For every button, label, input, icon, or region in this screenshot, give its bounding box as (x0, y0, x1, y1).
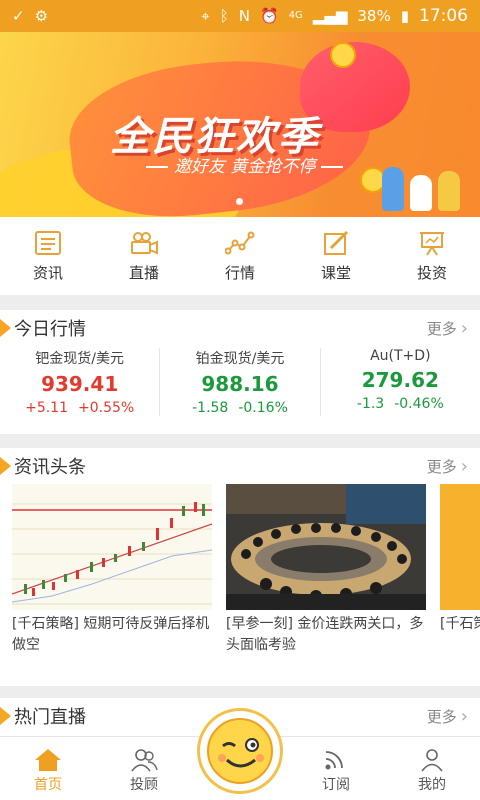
quote-name: 钯金现货/美元 (35, 351, 125, 367)
quote-list: 钯金现货/美元 939.41 +5.11 +0.55% 铂金现货/美元 988.1… (0, 346, 480, 416)
video-camera-icon (131, 231, 158, 255)
nav-label: 直播 (128, 263, 159, 282)
council-meeting-photo (226, 484, 426, 610)
more-link[interactable]: 更多 › (427, 318, 468, 339)
news-card[interactable]: [千石策略] 短期可待反弹后择机做空 (12, 484, 212, 656)
edit-icon (324, 230, 349, 255)
promo-banner[interactable]: 全民狂欢季 邀好友 黄金抢不停 (0, 32, 480, 217)
news-thumbnail (440, 484, 480, 610)
alarm-icon: ⏰ (259, 6, 279, 25)
battery-percent: 38% (357, 7, 391, 25)
nav-label: 课堂 (320, 263, 351, 282)
battery-icon: ▮ (400, 6, 409, 25)
chevron-right-icon: › (460, 317, 468, 339)
center-mascot-button[interactable] (197, 708, 283, 794)
tab-advisors[interactable]: 投顾 (96, 737, 192, 800)
banner-subtitle: 邀好友 黄金抢不停 (140, 152, 349, 177)
tab-label: 我的 (418, 777, 446, 793)
news-title: [千石策略] 低 (440, 616, 480, 632)
home-icon (35, 749, 61, 771)
presentation-board-icon (420, 231, 444, 256)
market-section: 今日行情 更多 › 钯金现货/美元 939.41 +5.11 +0.55% 铂金现货… (0, 310, 480, 434)
news-icon (35, 230, 61, 255)
rss-icon (325, 751, 343, 770)
bluetooth-icon: ᛒ (219, 6, 229, 25)
tab-label: 首页 (34, 777, 62, 793)
news-card[interactable]: [千石策略] 低 (440, 484, 480, 656)
tab-home[interactable]: 首页 (0, 737, 96, 800)
tab-subscribe[interactable]: 订阅 (288, 737, 384, 800)
chevron-right-icon: › (460, 705, 468, 727)
carousel-indicator[interactable] (236, 198, 243, 205)
quote-item[interactable]: 铂金现货/美元 988.16 -1.58 -0.16% (160, 348, 321, 416)
section-title: 今日行情 (0, 315, 86, 341)
headlines-section: 资讯头条 更多 › [千石策略] 短期可待反弹后择机做空 [早参一刻] 金价连跌… (0, 448, 480, 686)
quote-name: 铂金现货/美元 (195, 351, 285, 367)
nav-item-live[interactable]: 直播 (96, 217, 192, 295)
quote-price: 988.16 (201, 372, 279, 396)
quote-change: -1.3 (356, 396, 385, 412)
wink-face-icon (207, 718, 273, 784)
quick-nav: 资讯 直播 行情 课堂 投资 (0, 217, 480, 295)
nav-label: 资讯 (32, 263, 63, 282)
section-title: 热门直播 (0, 703, 86, 729)
news-card[interactable]: [早参一刻] 金价连跌两关口，多头面临考验 (226, 484, 426, 656)
advisors-icon (131, 749, 158, 772)
tab-label: 投顾 (130, 777, 158, 793)
nav-label: 行情 (224, 263, 255, 282)
settings-icon: ⚙ (34, 6, 49, 25)
location-icon: ⌖ (201, 6, 210, 25)
chevron-right-icon: › (460, 455, 468, 477)
quote-percent: -0.46% (394, 396, 444, 412)
tab-mine[interactable]: 我的 (384, 737, 480, 800)
quote-price: 279.62 (361, 368, 439, 392)
nav-label: 投资 (416, 263, 447, 282)
nav-item-market[interactable]: 行情 (192, 217, 288, 295)
quote-change: +5.11 (25, 400, 68, 416)
tab-label: 订阅 (322, 777, 350, 793)
more-link[interactable]: 更多 › (427, 456, 468, 477)
news-title: [千石策略] 短期可待反弹后择机做空 (12, 616, 210, 653)
nfc-icon: N (238, 6, 250, 25)
line-chart-icon (225, 231, 255, 254)
quote-percent: -0.16% (238, 400, 288, 416)
nav-item-news[interactable]: 资讯 (0, 217, 96, 295)
wifi-check-icon: ✓ (12, 6, 25, 25)
signal-icon: ▂▄▆ (312, 6, 348, 25)
quote-item[interactable]: 钯金现货/美元 939.41 +5.11 +0.55% (0, 348, 161, 416)
news-title: [早参一刻] 金价连跌两关口，多头面临考验 (226, 616, 424, 653)
quote-change: -1.58 (192, 400, 229, 416)
quote-name: Au(T+D) (370, 348, 431, 364)
quote-price: 939.41 (41, 372, 119, 396)
nav-item-class[interactable]: 课堂 (288, 217, 384, 295)
news-carousel: [千石策略] 短期可待反弹后择机做空 [早参一刻] 金价连跌两关口，多头面临考验… (0, 484, 480, 656)
quote-percent: +0.55% (78, 400, 135, 416)
nav-item-invest[interactable]: 投资 (384, 217, 480, 295)
clock: 17:06 (419, 6, 468, 26)
status-bar: ✓ ⚙ ⌖ ᛒ N ⏰ 4G ▂▄▆ 38% ▮ 17:06 (0, 0, 480, 32)
gold-coin-icon (330, 42, 356, 68)
section-title: 资讯头条 (0, 453, 86, 479)
candlestick-chart-thumbnail (12, 484, 212, 610)
more-link[interactable]: 更多 › (427, 706, 468, 727)
quote-item[interactable]: Au(T+D) 279.62 -1.3 -0.46% (321, 348, 480, 416)
people-illustration (382, 167, 460, 211)
network-type: 4G (288, 10, 303, 21)
user-icon (421, 749, 443, 772)
